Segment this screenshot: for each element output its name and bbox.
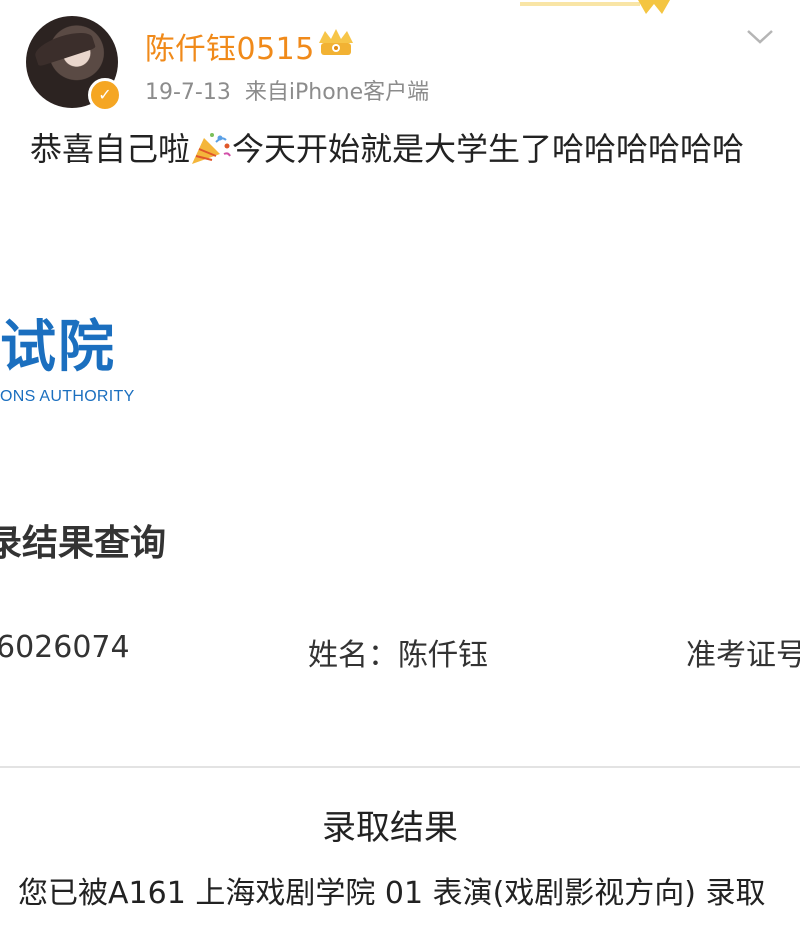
username[interactable]: 陈仟钰0515 <box>145 24 315 68</box>
post-text-start: 恭喜自己啦 <box>30 130 191 168</box>
post-meta: 19-7-13 来自iPhone客户端 <box>145 74 429 106</box>
exam-authority-logo-text: 试院 <box>0 315 116 380</box>
verified-badge-icon: ✓ <box>88 78 122 112</box>
party-popper-icon <box>192 133 231 164</box>
post-text: 恭喜自己啦 今天开始就是大学生了哈哈哈哈哈哈 <box>30 126 765 172</box>
post-text-end: 今天开始就是大学生了哈哈哈哈哈哈 <box>232 130 745 168</box>
chevron-down-icon[interactable] <box>745 26 775 46</box>
candidate-id: 6026074 <box>0 630 130 665</box>
admission-result-title: 录取结果 <box>322 808 458 848</box>
crown-icon <box>319 29 353 55</box>
header-decoration <box>520 0 670 14</box>
post-date: 19-7-13 <box>145 80 231 105</box>
divider <box>0 766 800 768</box>
ticket-number-label: 准考证号 <box>686 638 800 673</box>
admission-result-text: 您已被A161 上海戏剧学院 01 表演(戏剧影视方向) 录取 <box>18 876 766 911</box>
candidate-name: 姓名：陈仟钰 <box>308 638 488 673</box>
result-page-title: 录结果查询 <box>0 523 167 564</box>
exam-authority-logo-subtitle: ONS AUTHORITY <box>0 388 135 405</box>
post-source: 来自iPhone客户端 <box>244 80 430 105</box>
